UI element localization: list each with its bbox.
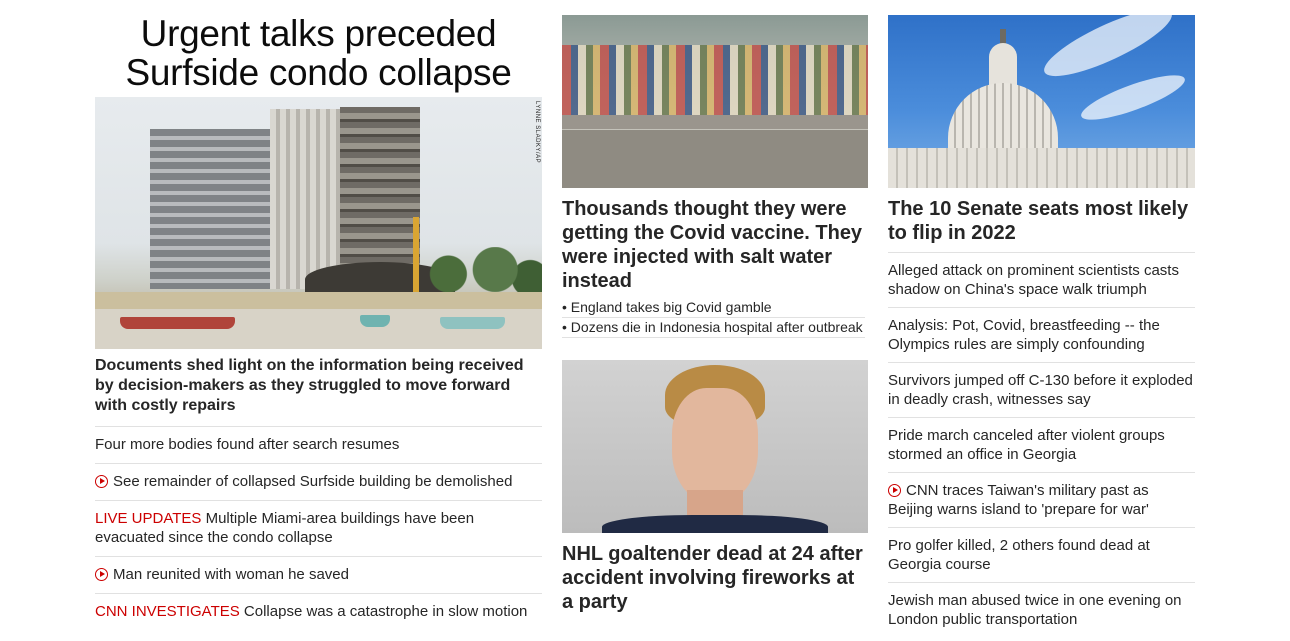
face-shape xyxy=(672,388,758,503)
list-item[interactable]: CNN traces Taiwan's military past as Bei… xyxy=(888,472,1195,527)
senate-headline[interactable]: The 10 Senate seats most likely to flip … xyxy=(888,197,1195,245)
item-text[interactable]: Analysis: Pot, Covid, breastfeeding -- t… xyxy=(888,317,1160,353)
item-text[interactable]: Pro golfer killed, 2 others found dead a… xyxy=(888,537,1150,573)
list-item[interactable]: LIVE UPDATES Multiple Miami-area buildin… xyxy=(95,500,542,556)
lead-story-column: Urgent talks preceded Surfside condo col… xyxy=(95,14,542,630)
list-item[interactable]: Alleged attack on prominent scientists c… xyxy=(888,252,1195,307)
dome-shape xyxy=(948,83,1058,153)
building-shape xyxy=(150,129,270,289)
building-shape xyxy=(270,109,345,289)
item-text[interactable]: See remainder of collapsed Surfside buil… xyxy=(113,473,512,490)
goaltender-portrait-image[interactable] xyxy=(562,360,868,533)
live-updates-kicker[interactable]: LIVE UPDATES xyxy=(95,510,201,527)
capitol-base-shape xyxy=(888,148,1195,188)
nhl-headline[interactable]: NHL goaltender dead at 24 after accident… xyxy=(562,542,868,614)
right-column: The 10 Senate seats most likely to flip … xyxy=(888,15,1195,637)
play-circle-icon xyxy=(95,568,108,581)
jersey-shape xyxy=(602,515,828,533)
item-text[interactable]: Collapse was a catastrophe in slow motio… xyxy=(244,603,527,620)
boat-shape xyxy=(120,317,235,329)
item-text[interactable]: Four more bodies found after search resu… xyxy=(95,436,399,453)
sea-shape xyxy=(95,309,542,349)
dome-top-shape xyxy=(989,43,1017,85)
vaccine-queue-image[interactable] xyxy=(562,15,868,188)
bullet-link[interactable]: • Dozens die in Indonesia hospital after… xyxy=(562,318,865,338)
item-text[interactable]: Alleged attack on prominent scientists c… xyxy=(888,262,1179,298)
list-item[interactable]: CNN INVESTIGATES Collapse was a catastro… xyxy=(95,593,542,630)
vaccine-headline[interactable]: Thousands thought they were getting the … xyxy=(562,197,868,293)
item-text[interactable]: CNN traces Taiwan's military past as Bei… xyxy=(888,482,1149,518)
item-text[interactable]: Jewish man abused twice in one evening o… xyxy=(888,592,1182,628)
list-item[interactable]: Pride march canceled after violent group… xyxy=(888,417,1195,472)
item-text[interactable]: Man reunited with woman he saved xyxy=(113,566,349,583)
photo-credit: LYNNE SLADKY/AP xyxy=(534,101,540,164)
related-bullets: • England takes big Covid gamble • Dozen… xyxy=(562,298,865,338)
boat-shape xyxy=(360,315,390,327)
list-item[interactable]: Man reunited with woman he saved xyxy=(95,556,542,593)
lead-subheadline[interactable]: Documents shed light on the information … xyxy=(95,356,542,416)
ground-shape xyxy=(562,130,868,188)
list-item[interactable]: Survivors jumped off C-130 before it exp… xyxy=(888,362,1195,417)
list-item[interactable]: Pro golfer killed, 2 others found dead a… xyxy=(888,527,1195,582)
crowd-shape xyxy=(562,45,868,115)
crane-shape xyxy=(413,217,419,292)
play-circle-icon xyxy=(888,484,901,497)
list-item[interactable]: Analysis: Pot, Covid, breastfeeding -- t… xyxy=(888,307,1195,362)
headline-list: Alleged attack on prominent scientists c… xyxy=(888,252,1195,637)
lead-headline[interactable]: Urgent talks preceded Surfside condo col… xyxy=(95,14,542,97)
bullet-text[interactable]: Dozens die in Indonesia hospital after o… xyxy=(571,319,863,335)
cloud-shape xyxy=(1077,66,1189,129)
bullet-link[interactable]: • England takes big Covid gamble xyxy=(562,298,865,318)
boat-shape xyxy=(440,317,505,329)
bullet-text[interactable]: England takes big Covid gamble xyxy=(571,299,772,315)
railing-shape xyxy=(562,115,868,129)
item-text[interactable]: Pride march canceled after violent group… xyxy=(888,427,1165,463)
list-item[interactable]: See remainder of collapsed Surfside buil… xyxy=(95,463,542,500)
middle-column: Thousands thought they were getting the … xyxy=(562,15,868,614)
item-text[interactable]: Survivors jumped off C-130 before it exp… xyxy=(888,372,1193,408)
play-circle-icon xyxy=(95,475,108,488)
trees-shape xyxy=(425,247,542,292)
cnn-investigates-kicker[interactable]: CNN INVESTIGATES xyxy=(95,603,240,620)
list-item[interactable]: Four more bodies found after search resu… xyxy=(95,426,542,463)
capitol-image[interactable] xyxy=(888,15,1195,188)
list-item[interactable]: Jewish man abused twice in one evening o… xyxy=(888,582,1195,637)
condo-collapse-image[interactable]: LYNNE SLADKY/AP xyxy=(95,97,542,349)
related-links-list: Four more bodies found after search resu… xyxy=(95,426,542,630)
